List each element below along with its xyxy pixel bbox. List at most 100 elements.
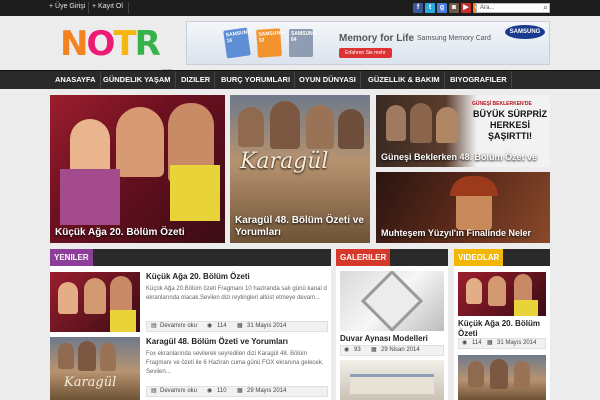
post-title[interactable]: Küçük Ağa 20. Bölüm Özeti — [146, 272, 250, 281]
login-link[interactable]: + Üye Girişi — [49, 3, 85, 10]
thumb-image — [468, 361, 484, 387]
logo-letter-t: T — [113, 24, 136, 64]
calendar-icon: ▦ — [371, 347, 377, 353]
logo-letter-r: R — [134, 24, 161, 64]
hero-image — [306, 105, 334, 149]
divider — [128, 2, 129, 14]
nav-item-diziler[interactable]: DIZILER — [177, 71, 216, 89]
thumb-image — [488, 276, 506, 306]
thumb-title-overlay: Karagül — [64, 375, 117, 390]
hero-image — [270, 101, 300, 149]
advertisement-banner[interactable]: SAMSUNG 16 SAMSUNG 32 SAMSUNG 64 Memory … — [186, 21, 550, 65]
search-icon[interactable]: ⌕ — [541, 3, 550, 13]
instagram-icon[interactable]: ◙ — [449, 3, 459, 13]
room-image — [350, 374, 434, 394]
twitter-icon[interactable]: t — [425, 3, 435, 13]
hero-image — [170, 165, 220, 221]
hero-tile-karagul[interactable]: Karagül Karagül 48. Bölüm Özeti ve Yorum… — [230, 95, 370, 243]
logo-letter-o: O — [86, 24, 115, 64]
post-excerpt: Küçük Ağa 20.Bölüm özeti Fragmanı 10 haz… — [146, 286, 327, 301]
overlay-headline: BÜYÜK SÜRPRİZ HERKESİ ŞAŞIRTTI! — [472, 109, 547, 141]
thumb-image — [84, 278, 106, 314]
thumb-image — [100, 343, 116, 371]
document-icon: ▤ — [151, 323, 157, 329]
view-count: 93 — [354, 347, 361, 353]
nav-item-biyografiler[interactable]: BIYOGRAFILER — [446, 71, 512, 89]
view-count: 114 — [472, 340, 482, 346]
gallery-date: 29 Nisan 2014 — [381, 347, 420, 353]
post-meta: ▤ Devamını oku ◉ 110 ▦ 29 Mayıs 2014 — [146, 386, 328, 397]
read-more-link[interactable]: Devamını oku — [160, 322, 197, 331]
logo-letter-n: N — [60, 24, 89, 64]
thumb-image — [514, 300, 538, 316]
read-more-link[interactable]: Devamını oku — [160, 387, 197, 396]
video-date: 31 Mayıs 2014 — [497, 340, 537, 346]
banner-cta-button[interactable]: Erfahren Sie mehr — [339, 48, 392, 58]
post-date: 29 Mayıs 2014 — [247, 388, 287, 394]
samsung-logo: SAMSUNG — [505, 25, 545, 39]
gallery-thumbnail[interactable] — [340, 271, 444, 331]
calendar-icon: ▦ — [487, 340, 493, 346]
hero-image — [116, 107, 164, 177]
hero-image — [410, 103, 432, 143]
googleplus-icon[interactable]: g — [437, 3, 447, 13]
post-title[interactable]: Karagül 48. Bölüm Özeti ve Yorumları — [146, 337, 288, 346]
hero-image — [436, 107, 458, 143]
site-logo[interactable]: NOTR .com — [60, 24, 172, 74]
thumb-image — [490, 359, 508, 389]
thumb-image — [78, 341, 96, 371]
hero-caption[interactable]: Muhteşem Yüzyıl'ın Finalinde Neler — [381, 227, 531, 239]
gallery-meta: ◉ 93 ▦ 29 Nisan 2014 — [340, 345, 444, 356]
video-thumbnail[interactable] — [458, 272, 546, 316]
hero-caption[interactable]: Küçük Ağa 20. Bölüm Özeti — [55, 227, 185, 239]
nav-item-anasayfa[interactable]: ANASAYFA — [51, 71, 101, 89]
divider — [88, 2, 89, 14]
video-thumbnail-2[interactable] — [458, 355, 546, 400]
hero-image — [338, 109, 364, 149]
hero-tile-gunesi-beklerken[interactable]: GÜNEŞİ BEKLERKEN'DE BÜYÜK SÜRPRİZ HERKES… — [376, 95, 550, 167]
eye-icon: ◉ — [207, 388, 213, 394]
thumb-image — [110, 310, 136, 332]
section-tab-galeriler[interactable]: GALERILER — [336, 249, 391, 266]
nav-item-oyun-dunyasi[interactable]: OYUN DÜNYASI — [295, 71, 361, 89]
calendar-icon: ▦ — [237, 323, 243, 329]
video-title[interactable]: Küçük Ağa 20. Bölüm Özeti — [458, 319, 546, 339]
section-header-yeniler: YENILER — [50, 249, 331, 266]
youtube-icon[interactable]: ▶ — [461, 3, 471, 13]
gallery-title[interactable]: Duvar Aynası Modelleri — [340, 334, 428, 343]
register-link[interactable]: + Kayıt Ol — [92, 3, 123, 10]
section-header-videolar: VIDEOLAR — [454, 249, 550, 266]
eye-icon: ◉ — [207, 323, 213, 329]
video-meta: ◉ 114 ▦ 31 Mayıs 2014 — [458, 338, 546, 349]
karagul-title-overlay: Karagül — [240, 149, 329, 174]
post-excerpt: Fox ekranlarında sevilerek seyredilen di… — [146, 351, 324, 375]
thumb-image — [58, 343, 74, 369]
hero-image — [386, 105, 406, 141]
nav-item-gundelik-yasam[interactable]: GÜNDELIK YAŞAM — [99, 71, 176, 89]
gallery-thumbnail-2[interactable] — [340, 360, 444, 400]
nav-item-burc-yorumlari[interactable]: BURÇ YORUMLARI — [217, 71, 296, 89]
document-icon: ▤ — [151, 388, 157, 394]
thumb-image — [58, 282, 78, 314]
post-date: 31 Mayıs 2014 — [247, 323, 287, 329]
nav-item-guzellik-bakim[interactable]: GÜZELLIK & BAKIM — [364, 71, 445, 89]
search-input[interactable]: Ara... — [476, 3, 550, 13]
section-tab-yeniler[interactable]: YENILER — [50, 249, 93, 266]
facebook-icon[interactable]: f — [413, 3, 423, 13]
hero-caption[interactable]: Güneşi Beklerken 48. Bölüm Özet ve — [381, 151, 537, 163]
post-meta: ▤ Devamını oku ◉ 114 ▦ 31 Mayıs 2014 — [146, 321, 328, 332]
hero-tile-kucuk-aga[interactable]: Küçük Ağa 20. Bölüm Özeti — [50, 95, 225, 243]
overlay-top-text: GÜNEŞİ BEKLERKEN'DE — [472, 101, 532, 107]
view-count: 114 — [217, 323, 227, 329]
section-tab-videolar[interactable]: VIDEOLAR — [454, 249, 504, 266]
hero-image — [60, 169, 120, 225]
hero-tile-muhtesem-yuzyil[interactable]: Muhteşem Yüzyıl'ın Finalinde Neler — [376, 172, 550, 243]
post-thumbnail[interactable]: Karagül — [50, 337, 140, 400]
post-thumbnail[interactable] — [50, 272, 140, 332]
hero-caption[interactable]: Karagül 48. Bölüm Özeti ve Yorumları — [235, 215, 365, 239]
hero-image — [238, 107, 264, 147]
banner-title: Memory for Life — [339, 33, 415, 44]
view-count: 110 — [217, 388, 227, 394]
main-navigation: ANASAYFA GÜNDELIK YAŞAM DIZILER BURÇ YOR… — [0, 70, 600, 89]
calendar-icon: ▦ — [237, 388, 243, 394]
